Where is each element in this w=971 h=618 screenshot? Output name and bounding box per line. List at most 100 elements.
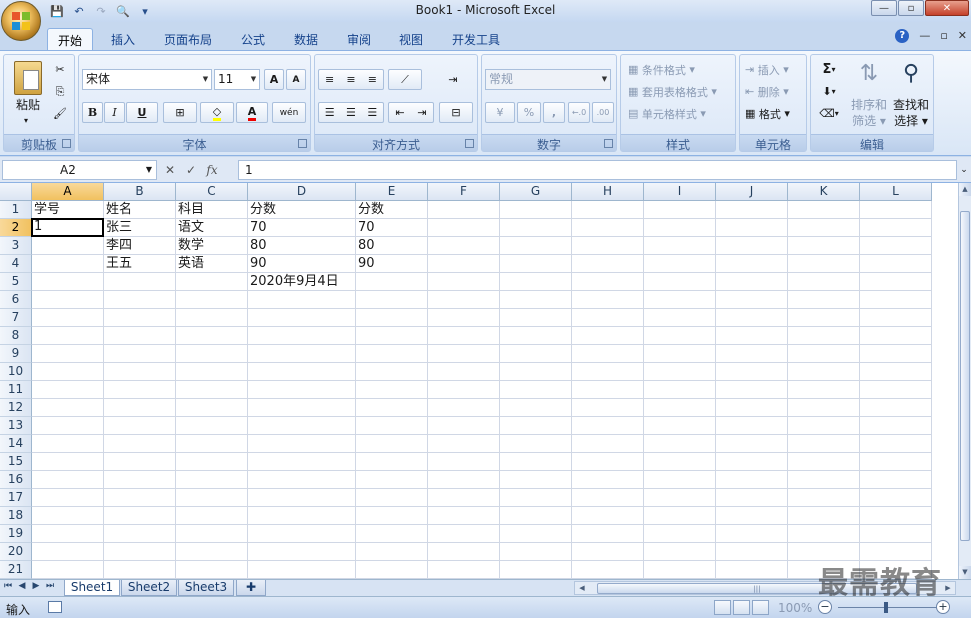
- cell-g12[interactable]: [500, 399, 572, 417]
- sort-filter-button[interactable]: 排序和 筛选 ▾: [847, 97, 891, 129]
- zoom-level[interactable]: 100%: [778, 601, 812, 615]
- cell-b8[interactable]: [104, 327, 176, 345]
- cell-f5[interactable]: [428, 273, 500, 291]
- vertical-scrollbar[interactable]: ▲ ▼: [958, 183, 971, 579]
- cell-e17[interactable]: [356, 489, 428, 507]
- cell-h20[interactable]: [572, 543, 644, 561]
- cell-l6[interactable]: [860, 291, 932, 309]
- cell-h13[interactable]: [572, 417, 644, 435]
- cell-j4[interactable]: [716, 255, 788, 273]
- scroll-right-icon[interactable]: ▶: [942, 582, 954, 594]
- format-painter-icon[interactable]: 🖌: [50, 103, 70, 124]
- cell-i4[interactable]: [644, 255, 716, 273]
- row-header-10[interactable]: 10: [0, 363, 32, 381]
- cell-h21[interactable]: [572, 561, 644, 579]
- cell-a2[interactable]: 1: [31, 218, 104, 237]
- cell-e1[interactable]: 分数: [356, 201, 428, 219]
- cell-d12[interactable]: [248, 399, 356, 417]
- cell-k6[interactable]: [788, 291, 860, 309]
- cell-b3[interactable]: 李四: [104, 237, 176, 255]
- cell-k12[interactable]: [788, 399, 860, 417]
- cell-h18[interactable]: [572, 507, 644, 525]
- currency-button[interactable]: ¥: [485, 102, 515, 123]
- tab-developer[interactable]: 开发工具: [444, 28, 508, 50]
- cell-f14[interactable]: [428, 435, 500, 453]
- cell-k5[interactable]: [788, 273, 860, 291]
- cell-a17[interactable]: [32, 489, 104, 507]
- cell-l12[interactable]: [860, 399, 932, 417]
- font-size-select[interactable]: 11 ▼: [214, 69, 260, 90]
- cell-b14[interactable]: [104, 435, 176, 453]
- column-header-f[interactable]: F: [428, 183, 500, 201]
- cell-j9[interactable]: [716, 345, 788, 363]
- cell-a1[interactable]: 学号: [32, 201, 104, 219]
- cell-a13[interactable]: [32, 417, 104, 435]
- cell-f11[interactable]: [428, 381, 500, 399]
- row-header-7[interactable]: 7: [0, 309, 32, 327]
- insert-cells-button[interactable]: ⇥ 插入 ▾: [744, 59, 804, 80]
- cell-c3[interactable]: 数学: [176, 237, 248, 255]
- expand-formula-bar-icon[interactable]: ⌄: [958, 160, 970, 180]
- cell-c11[interactable]: [176, 381, 248, 399]
- cell-j10[interactable]: [716, 363, 788, 381]
- cell-c2[interactable]: 语文: [176, 219, 248, 237]
- underline-button[interactable]: U: [126, 102, 158, 123]
- merge-center-button[interactable]: ⊟: [439, 102, 473, 123]
- cell-f7[interactable]: [428, 309, 500, 327]
- cell-k9[interactable]: [788, 345, 860, 363]
- cell-i16[interactable]: [644, 471, 716, 489]
- cell-b5[interactable]: [104, 273, 176, 291]
- cell-f16[interactable]: [428, 471, 500, 489]
- clipboard-launcher-icon[interactable]: [62, 139, 71, 148]
- cell-e8[interactable]: [356, 327, 428, 345]
- cell-j21[interactable]: [716, 561, 788, 579]
- cell-a7[interactable]: [32, 309, 104, 327]
- cell-f15[interactable]: [428, 453, 500, 471]
- cell-e15[interactable]: [356, 453, 428, 471]
- cell-l3[interactable]: [860, 237, 932, 255]
- cell-e13[interactable]: [356, 417, 428, 435]
- cell-f1[interactable]: [428, 201, 500, 219]
- paste-dropdown-icon[interactable]: ▾: [20, 113, 32, 129]
- cell-i8[interactable]: [644, 327, 716, 345]
- cell-a15[interactable]: [32, 453, 104, 471]
- cell-h8[interactable]: [572, 327, 644, 345]
- cell-k11[interactable]: [788, 381, 860, 399]
- prev-sheet-icon[interactable]: ◀: [16, 581, 28, 591]
- cell-c18[interactable]: [176, 507, 248, 525]
- cell-g11[interactable]: [500, 381, 572, 399]
- column-header-i[interactable]: I: [644, 183, 716, 201]
- cell-g3[interactable]: [500, 237, 572, 255]
- select-all-button[interactable]: [0, 183, 32, 201]
- cell-j19[interactable]: [716, 525, 788, 543]
- cell-g1[interactable]: [500, 201, 572, 219]
- cell-l10[interactable]: [860, 363, 932, 381]
- cell-e9[interactable]: [356, 345, 428, 363]
- cell-i9[interactable]: [644, 345, 716, 363]
- insert-sheet-icon[interactable]: ✚: [236, 580, 266, 596]
- cell-h9[interactable]: [572, 345, 644, 363]
- tab-page-layout[interactable]: 页面布局: [156, 28, 220, 50]
- number-format-select[interactable]: 常规 ▼: [485, 69, 611, 90]
- cell-f2[interactable]: [428, 219, 500, 237]
- cell-g8[interactable]: [500, 327, 572, 345]
- column-header-k[interactable]: K: [788, 183, 860, 201]
- clear-button[interactable]: ⌫ ▾: [815, 103, 843, 124]
- cell-l11[interactable]: [860, 381, 932, 399]
- cell-a16[interactable]: [32, 471, 104, 489]
- formula-input[interactable]: 1: [238, 160, 957, 180]
- cell-i15[interactable]: [644, 453, 716, 471]
- cell-c4[interactable]: 英语: [176, 255, 248, 273]
- cell-g9[interactable]: [500, 345, 572, 363]
- cell-c6[interactable]: [176, 291, 248, 309]
- cell-j1[interactable]: [716, 201, 788, 219]
- row-header-18[interactable]: 18: [0, 507, 32, 525]
- row-header-19[interactable]: 19: [0, 525, 32, 543]
- page-break-view-icon[interactable]: [752, 600, 769, 615]
- cell-f8[interactable]: [428, 327, 500, 345]
- cell-b13[interactable]: [104, 417, 176, 435]
- row-header-4[interactable]: 4: [0, 255, 32, 273]
- row-header-8[interactable]: 8: [0, 327, 32, 345]
- number-launcher-icon[interactable]: [604, 139, 613, 148]
- font-color-button[interactable]: A: [236, 102, 268, 123]
